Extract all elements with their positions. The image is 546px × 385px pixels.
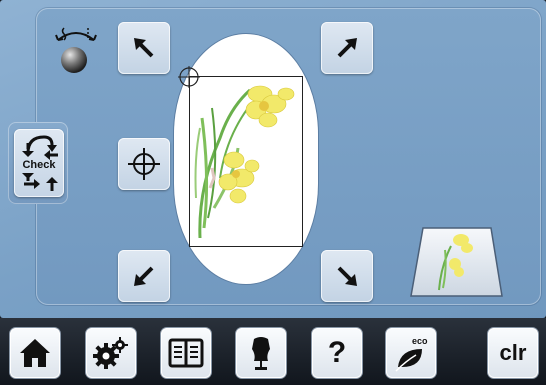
tutorial-button[interactable] [161, 328, 211, 378]
move-up-left-button[interactable] [118, 22, 170, 74]
eco-button[interactable]: eco [386, 328, 436, 378]
setup-button[interactable] [86, 328, 136, 378]
design-bounding-box [189, 76, 303, 247]
question-icon: ? [327, 336, 347, 369]
arrow-up-right-icon [337, 38, 357, 58]
embroidery-screen: Check [0, 0, 546, 318]
presser-foot-lever-icon [55, 27, 97, 73]
clear-button[interactable]: clr [488, 328, 538, 378]
help-button[interactable]: ? [312, 328, 362, 378]
arrow-down-right-icon [337, 266, 357, 286]
gears-icon [93, 337, 128, 369]
eco-label: eco [412, 336, 428, 346]
needle-position-crosshair-icon [178, 66, 200, 88]
leaf-icon [395, 349, 422, 372]
arrow-down-left-icon [134, 266, 154, 286]
design-preview-thumbnail[interactable] [409, 226, 504, 298]
home-button[interactable] [10, 328, 60, 378]
home-icon [20, 339, 50, 367]
check-button[interactable]: Check [14, 129, 64, 197]
clear-label: clr [499, 340, 527, 365]
check-label: Check [22, 159, 56, 171]
arrow-up-left-icon [134, 38, 154, 58]
bottom-toolbar: ? eco clr [0, 318, 546, 385]
crosshair-icon [128, 148, 160, 180]
move-up-right-button[interactable] [321, 22, 373, 74]
book-icon [168, 338, 204, 368]
dress-form-icon [252, 337, 270, 370]
move-down-left-button[interactable] [118, 250, 170, 302]
move-down-right-button[interactable] [321, 250, 373, 302]
center-button[interactable] [118, 138, 170, 190]
consultant-button[interactable] [236, 328, 286, 378]
